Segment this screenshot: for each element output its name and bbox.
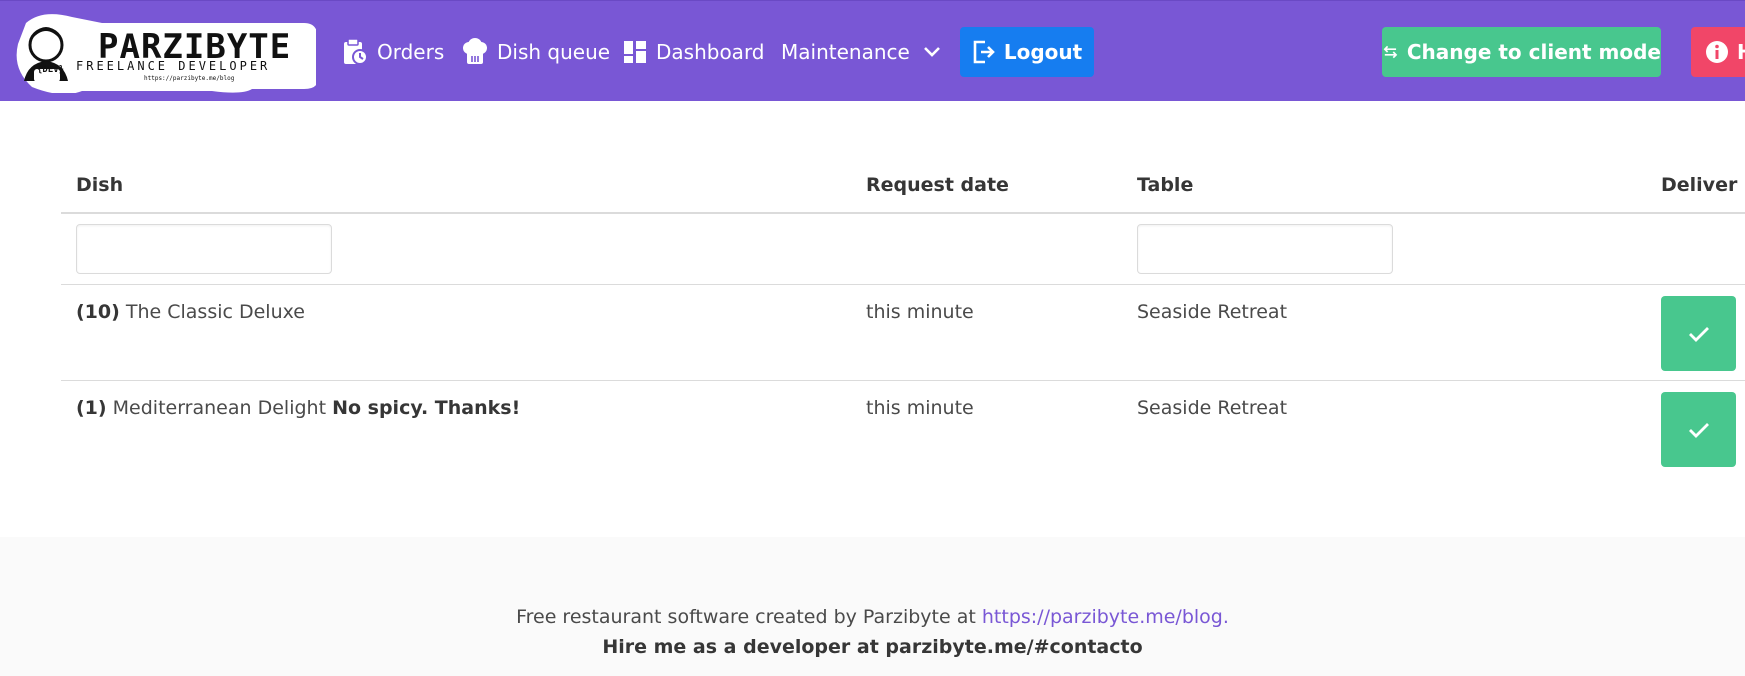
logout-button[interactable]: Logout — [960, 27, 1094, 77]
navbar: {DEV} PARZIBYTE FREELANCE DEVELOPER http… — [0, 0, 1745, 101]
filter-divider — [61, 284, 1745, 285]
logout-label: Logout — [1003, 40, 1083, 64]
logo-badge: {DEV} — [37, 65, 65, 75]
dish-name: Mediterranean Delight — [112, 397, 327, 419]
request-date: this minute — [866, 397, 974, 419]
row-divider — [61, 380, 1745, 381]
dish-quantity: (10) — [76, 301, 120, 323]
nav-orders-label: Orders — [377, 39, 445, 64]
change-to-client-mode-button[interactable]: Change to client mode — [1382, 27, 1661, 77]
help-label: H — [1737, 40, 1745, 64]
column-header-request-date: Request date — [866, 174, 1009, 196]
blog-link[interactable]: https://parzibyte.me/blog. — [982, 606, 1229, 628]
footer-credit: Free restaurant software created by Parz… — [0, 606, 1745, 628]
help-button[interactable]: H — [1691, 27, 1745, 77]
chevron-down-icon — [923, 46, 940, 57]
dish-name: The Classic Deluxe — [125, 301, 305, 323]
dish-quantity: (1) — [76, 397, 107, 419]
swap-arrows-icon — [1383, 45, 1398, 59]
table-name: Seaside Retreat — [1137, 301, 1288, 323]
nav-dashboard[interactable]: Dashboard — [623, 1, 765, 102]
request-date: this minute — [866, 301, 974, 323]
parzibyte-logo[interactable]: {DEV} PARZIBYTE FREELANCE DEVELOPER http… — [12, 9, 318, 95]
client-mode-label: Change to client mode — [1406, 40, 1661, 64]
table-name: Seaside Retreat — [1137, 397, 1288, 419]
header-divider — [61, 212, 1745, 214]
table-filter-input[interactable] — [1137, 224, 1393, 274]
nav-maintenance-label: Maintenance — [781, 39, 910, 64]
dish-filter-input[interactable] — [76, 224, 332, 274]
nav-dashboard-label: Dashboard — [656, 39, 765, 64]
column-header-deliver: Deliver — [1661, 174, 1738, 196]
nav-dish-queue-label: Dish queue — [497, 39, 611, 64]
nav-dish-queue[interactable]: Dish queue — [462, 1, 610, 102]
nav-maintenance[interactable]: Maintenance — [781, 1, 941, 102]
deliver-button[interactable] — [1661, 392, 1736, 467]
deliver-button[interactable] — [1661, 296, 1736, 371]
table-row: (1) Mediterranean Delight No spicy. Than… — [76, 397, 520, 419]
nav-orders[interactable]: Orders — [342, 1, 444, 102]
info-icon — [1706, 41, 1728, 63]
check-icon — [1688, 326, 1709, 342]
logo-tagline: FREELANCE DEVELOPER — [76, 59, 271, 73]
footer-hire: Hire me as a developer at parzibyte.me/#… — [602, 636, 1143, 658]
check-icon — [1688, 422, 1709, 438]
chef-hat-icon — [463, 37, 487, 64]
clipboard-clock-icon — [344, 37, 368, 65]
dish-note: No spicy. Thanks! — [332, 397, 521, 419]
footer-credit-text: Free restaurant software created by Parz… — [516, 606, 976, 628]
column-header-dish: Dish — [76, 174, 124, 196]
column-header-table: Table — [1137, 174, 1194, 196]
dashboard-icon — [624, 40, 646, 63]
logo-url: https://parzibyte.me/blog — [144, 75, 235, 82]
logout-icon — [973, 40, 995, 64]
table-row: (10) The Classic Deluxe — [76, 301, 305, 323]
